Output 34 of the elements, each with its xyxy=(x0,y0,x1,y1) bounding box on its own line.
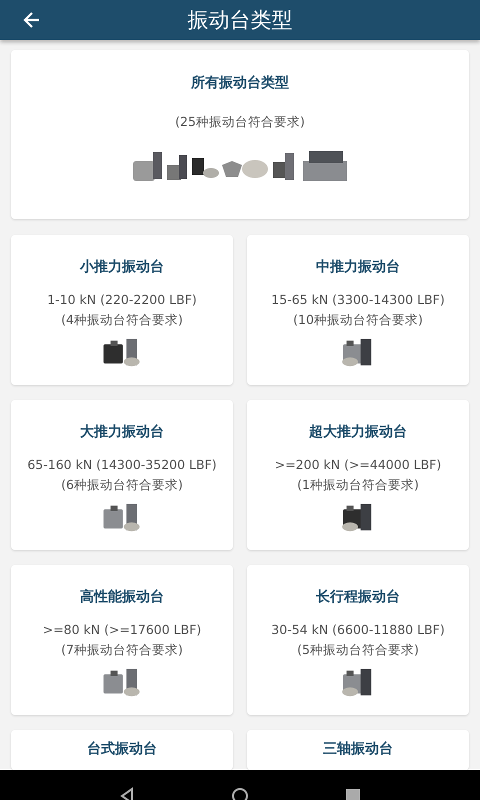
card-title: 三轴振动台 xyxy=(323,740,393,758)
category-card[interactable]: 三轴振动台 xyxy=(247,730,469,770)
category-card[interactable]: 中推力振动台 15-65 kN (3300-14300 LBF) (10种振动台符合要求) xyxy=(247,235,469,385)
match-count: (7种振动台符合要求) xyxy=(61,642,183,659)
back-arrow-icon[interactable] xyxy=(22,10,42,30)
screen-title: 振动台类型 xyxy=(188,7,292,34)
category-card[interactable]: 所有振动台类型 (25种振动台符合要求) xyxy=(11,50,469,219)
card-title: 中推力振动台 xyxy=(316,258,400,276)
category-card[interactable]: 大推力振动台 65-160 kN (14300-35200 LBF) (6种振动台符合要求) xyxy=(11,400,233,550)
card-title: 小推力振动台 xyxy=(80,258,164,276)
match-count: (1种振动台符合要求) xyxy=(297,477,419,494)
card-title: 台式振动台 xyxy=(87,740,157,758)
category-card[interactable]: 台式振动台 xyxy=(11,730,233,770)
thrust-range: 15-65 kN (3300-14300 LBF) xyxy=(271,292,445,307)
card-title: 超大推力振动台 xyxy=(309,423,407,441)
card-title: 高性能振动台 xyxy=(80,588,164,606)
match-count: (25种振动台符合要求) xyxy=(175,114,305,131)
thrust-range: 30-54 kN (6600-11880 LBF) xyxy=(271,622,445,637)
card-title: 所有振动台类型 xyxy=(191,74,289,92)
match-count: (5种振动台符合要求) xyxy=(297,642,419,659)
match-count: (10种振动台符合要求) xyxy=(293,312,423,329)
category-card[interactable]: 超大推力振动台 >=200 kN (>=44000 LBF) (1种振动台符合要求) xyxy=(247,400,469,550)
match-count: (4种振动台符合要求) xyxy=(61,312,183,329)
thrust-range: 65-160 kN (14300-35200 LBF) xyxy=(27,457,217,472)
thrust-range: >=80 kN (>=17600 LBF) xyxy=(42,622,202,637)
category-card[interactable]: 长行程振动台 30-54 kN (6600-11880 LBF) (5种振动台符合要求) xyxy=(247,565,469,715)
match-count: (6种振动台符合要求) xyxy=(61,477,183,494)
category-card[interactable]: 高性能振动台 >=80 kN (>=17600 LBF) (7种振动台符合要求) xyxy=(11,565,233,715)
thrust-range: 1-10 kN (220-2200 LBF) xyxy=(47,292,197,307)
card-title: 大推力振动台 xyxy=(80,423,164,441)
card-title: 长行程振动台 xyxy=(316,588,400,606)
category-card[interactable]: 小推力振动台 1-10 kN (220-2200 LBF) (4种振动台符合要求) xyxy=(11,235,233,385)
thrust-range: >=200 kN (>=44000 LBF) xyxy=(274,457,442,472)
home-icon[interactable] xyxy=(230,786,250,800)
